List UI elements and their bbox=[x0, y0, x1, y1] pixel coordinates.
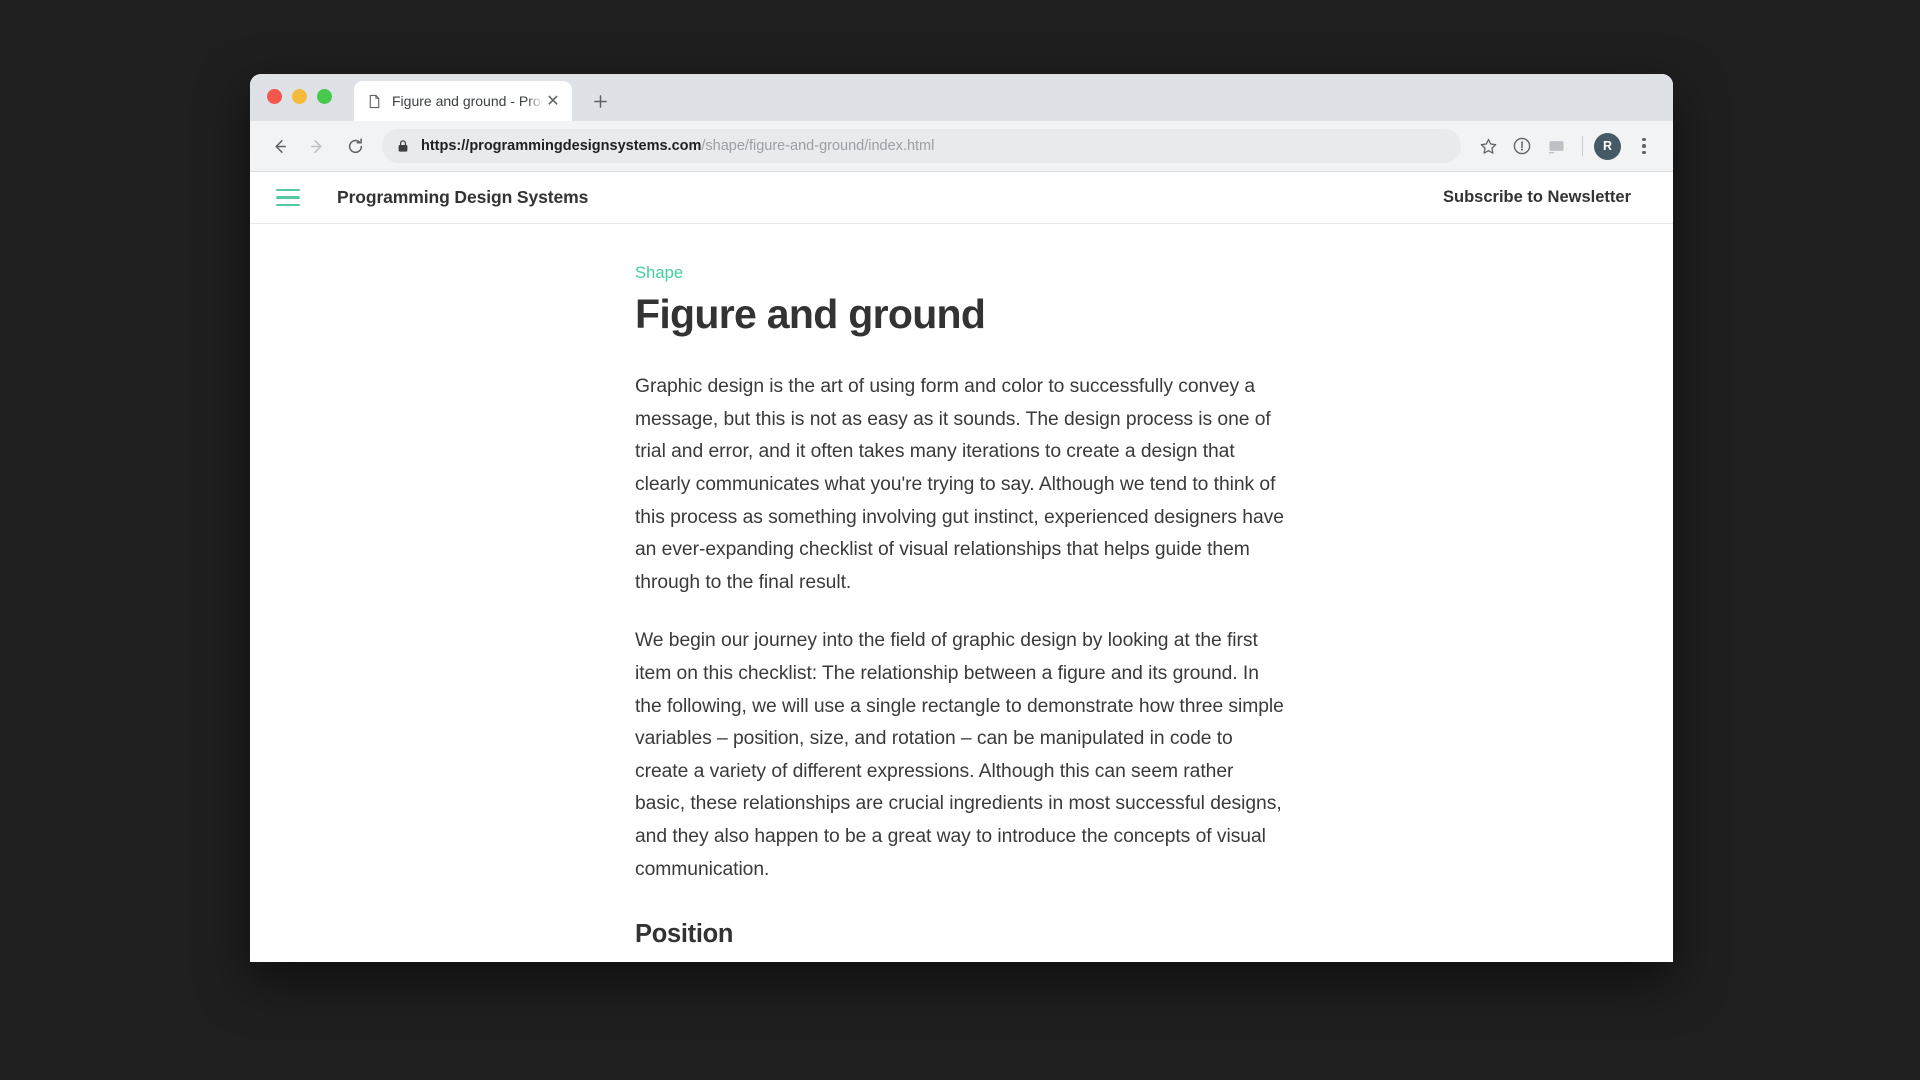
url-text: https://programmingdesignsystems.com/sha… bbox=[421, 138, 934, 154]
document-icon bbox=[367, 94, 382, 109]
tab-title: Figure and ground - Programm bbox=[392, 93, 543, 109]
close-window-button[interactable] bbox=[267, 89, 282, 104]
window-controls bbox=[267, 74, 332, 121]
article-content: Shape Figure and ground Graphic design i… bbox=[250, 224, 1673, 962]
back-icon[interactable] bbox=[262, 129, 296, 163]
cast-icon[interactable] bbox=[1541, 131, 1571, 161]
browser-window: Figure and ground - Programm ✕ bbox=[250, 74, 1673, 962]
star-icon[interactable] bbox=[1473, 131, 1503, 161]
desktop-background: Figure and ground - Programm ✕ bbox=[0, 0, 1920, 1080]
toolbar-divider bbox=[1582, 136, 1583, 156]
minimize-window-button[interactable] bbox=[292, 89, 307, 104]
url-path: /shape/figure-and-ground/index.html bbox=[701, 138, 935, 154]
subscribe-link[interactable]: Subscribe to Newsletter bbox=[1443, 188, 1631, 207]
browser-toolbar: https://programmingdesignsystems.com/sha… bbox=[250, 121, 1673, 172]
lock-icon bbox=[396, 139, 410, 153]
address-bar[interactable]: https://programmingdesignsystems.com/sha… bbox=[382, 129, 1461, 163]
page-title: Figure and ground bbox=[635, 291, 986, 337]
section-heading: Position bbox=[635, 920, 734, 949]
zoom-window-button[interactable] bbox=[317, 89, 332, 104]
page-viewport: Programming Design Systems Subscribe to … bbox=[250, 172, 1673, 962]
close-tab-button[interactable]: ✕ bbox=[543, 91, 563, 111]
paragraph: Graphic design is the art of using form … bbox=[635, 376, 1284, 593]
reload-icon[interactable] bbox=[338, 129, 372, 163]
avatar[interactable]: R bbox=[1594, 132, 1621, 160]
site-brand[interactable]: Programming Design Systems bbox=[337, 187, 588, 208]
forward-icon[interactable] bbox=[300, 129, 334, 163]
three-dot-menu-icon[interactable] bbox=[1629, 131, 1659, 161]
category-label[interactable]: Shape bbox=[635, 264, 1285, 283]
info-circle-icon[interactable] bbox=[1507, 131, 1537, 161]
browser-tab[interactable]: Figure and ground - Programm ✕ bbox=[354, 81, 572, 121]
url-host: https://programmingdesignsystems.com bbox=[421, 138, 702, 154]
site-header: Programming Design Systems Subscribe to … bbox=[250, 172, 1673, 224]
hamburger-icon[interactable] bbox=[276, 188, 300, 207]
paragraph: We begin our journey into the field of g… bbox=[635, 630, 1284, 880]
tab-strip: Figure and ground - Programm ✕ bbox=[250, 74, 1673, 121]
new-tab-button[interactable] bbox=[583, 84, 617, 118]
